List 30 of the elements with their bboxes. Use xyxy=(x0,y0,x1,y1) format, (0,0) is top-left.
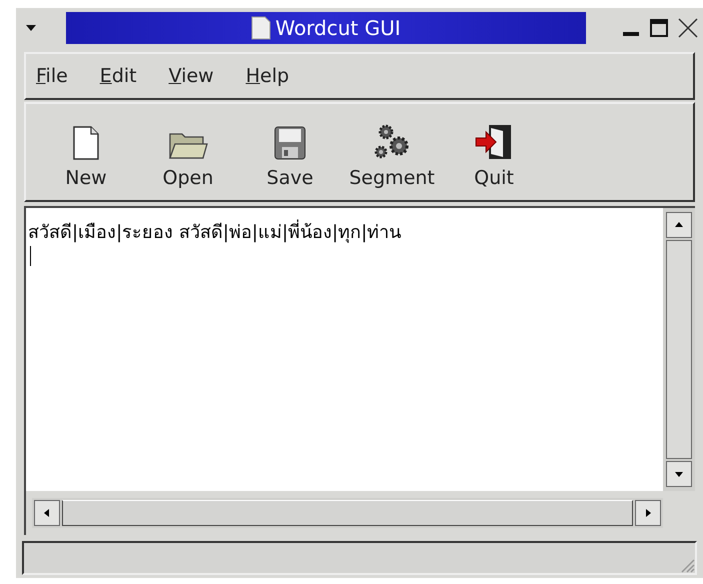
vertical-scrollbar[interactable] xyxy=(663,208,695,491)
text-cursor xyxy=(30,246,31,266)
toolbar-button[interactable]: Save xyxy=(244,112,336,192)
text-editor[interactable]: สวัสดี|เมือง|ระยอง สวัสดี|พ่อ|แม่|พี่น้อง|ทุก|ท่าน xyxy=(26,208,663,491)
right-arrow-icon xyxy=(643,508,653,518)
menu-item[interactable]: Help xyxy=(242,62,294,90)
toolbar-button[interactable]: New xyxy=(40,112,132,192)
exit-door-icon xyxy=(475,124,513,160)
toolbar-button[interactable]: Segment xyxy=(346,112,438,192)
toolbar-button[interactable]: Open xyxy=(142,112,234,192)
menu-item[interactable]: File xyxy=(32,62,72,90)
editor-text: สวัสดี|เมือง|ระยอง สวัสดี|พ่อ|แม่|พี่น้อง|ทุก|ท่าน xyxy=(28,222,663,244)
window-menu-icon[interactable] xyxy=(24,23,38,33)
maximize-icon[interactable] xyxy=(649,18,669,38)
scroll-left-button[interactable] xyxy=(34,500,60,526)
close-icon[interactable] xyxy=(677,17,699,39)
horizontal-scrollbar[interactable] xyxy=(32,498,663,528)
left-arrow-icon xyxy=(42,508,52,518)
menu-item[interactable]: View xyxy=(164,62,218,90)
scroll-right-button[interactable] xyxy=(635,500,661,526)
scroll-up-button[interactable] xyxy=(666,212,692,238)
scroll-thumb[interactable] xyxy=(666,240,692,459)
document-icon xyxy=(251,16,272,40)
menu-item[interactable]: Edit xyxy=(96,62,141,90)
document-icon xyxy=(72,126,100,160)
down-arrow-icon xyxy=(674,469,684,479)
window-title: Wordcut GUI xyxy=(275,15,401,42)
up-arrow-icon xyxy=(674,220,684,230)
scroll-down-button[interactable] xyxy=(666,461,692,487)
toolbar-button[interactable]: Quit xyxy=(448,112,540,192)
